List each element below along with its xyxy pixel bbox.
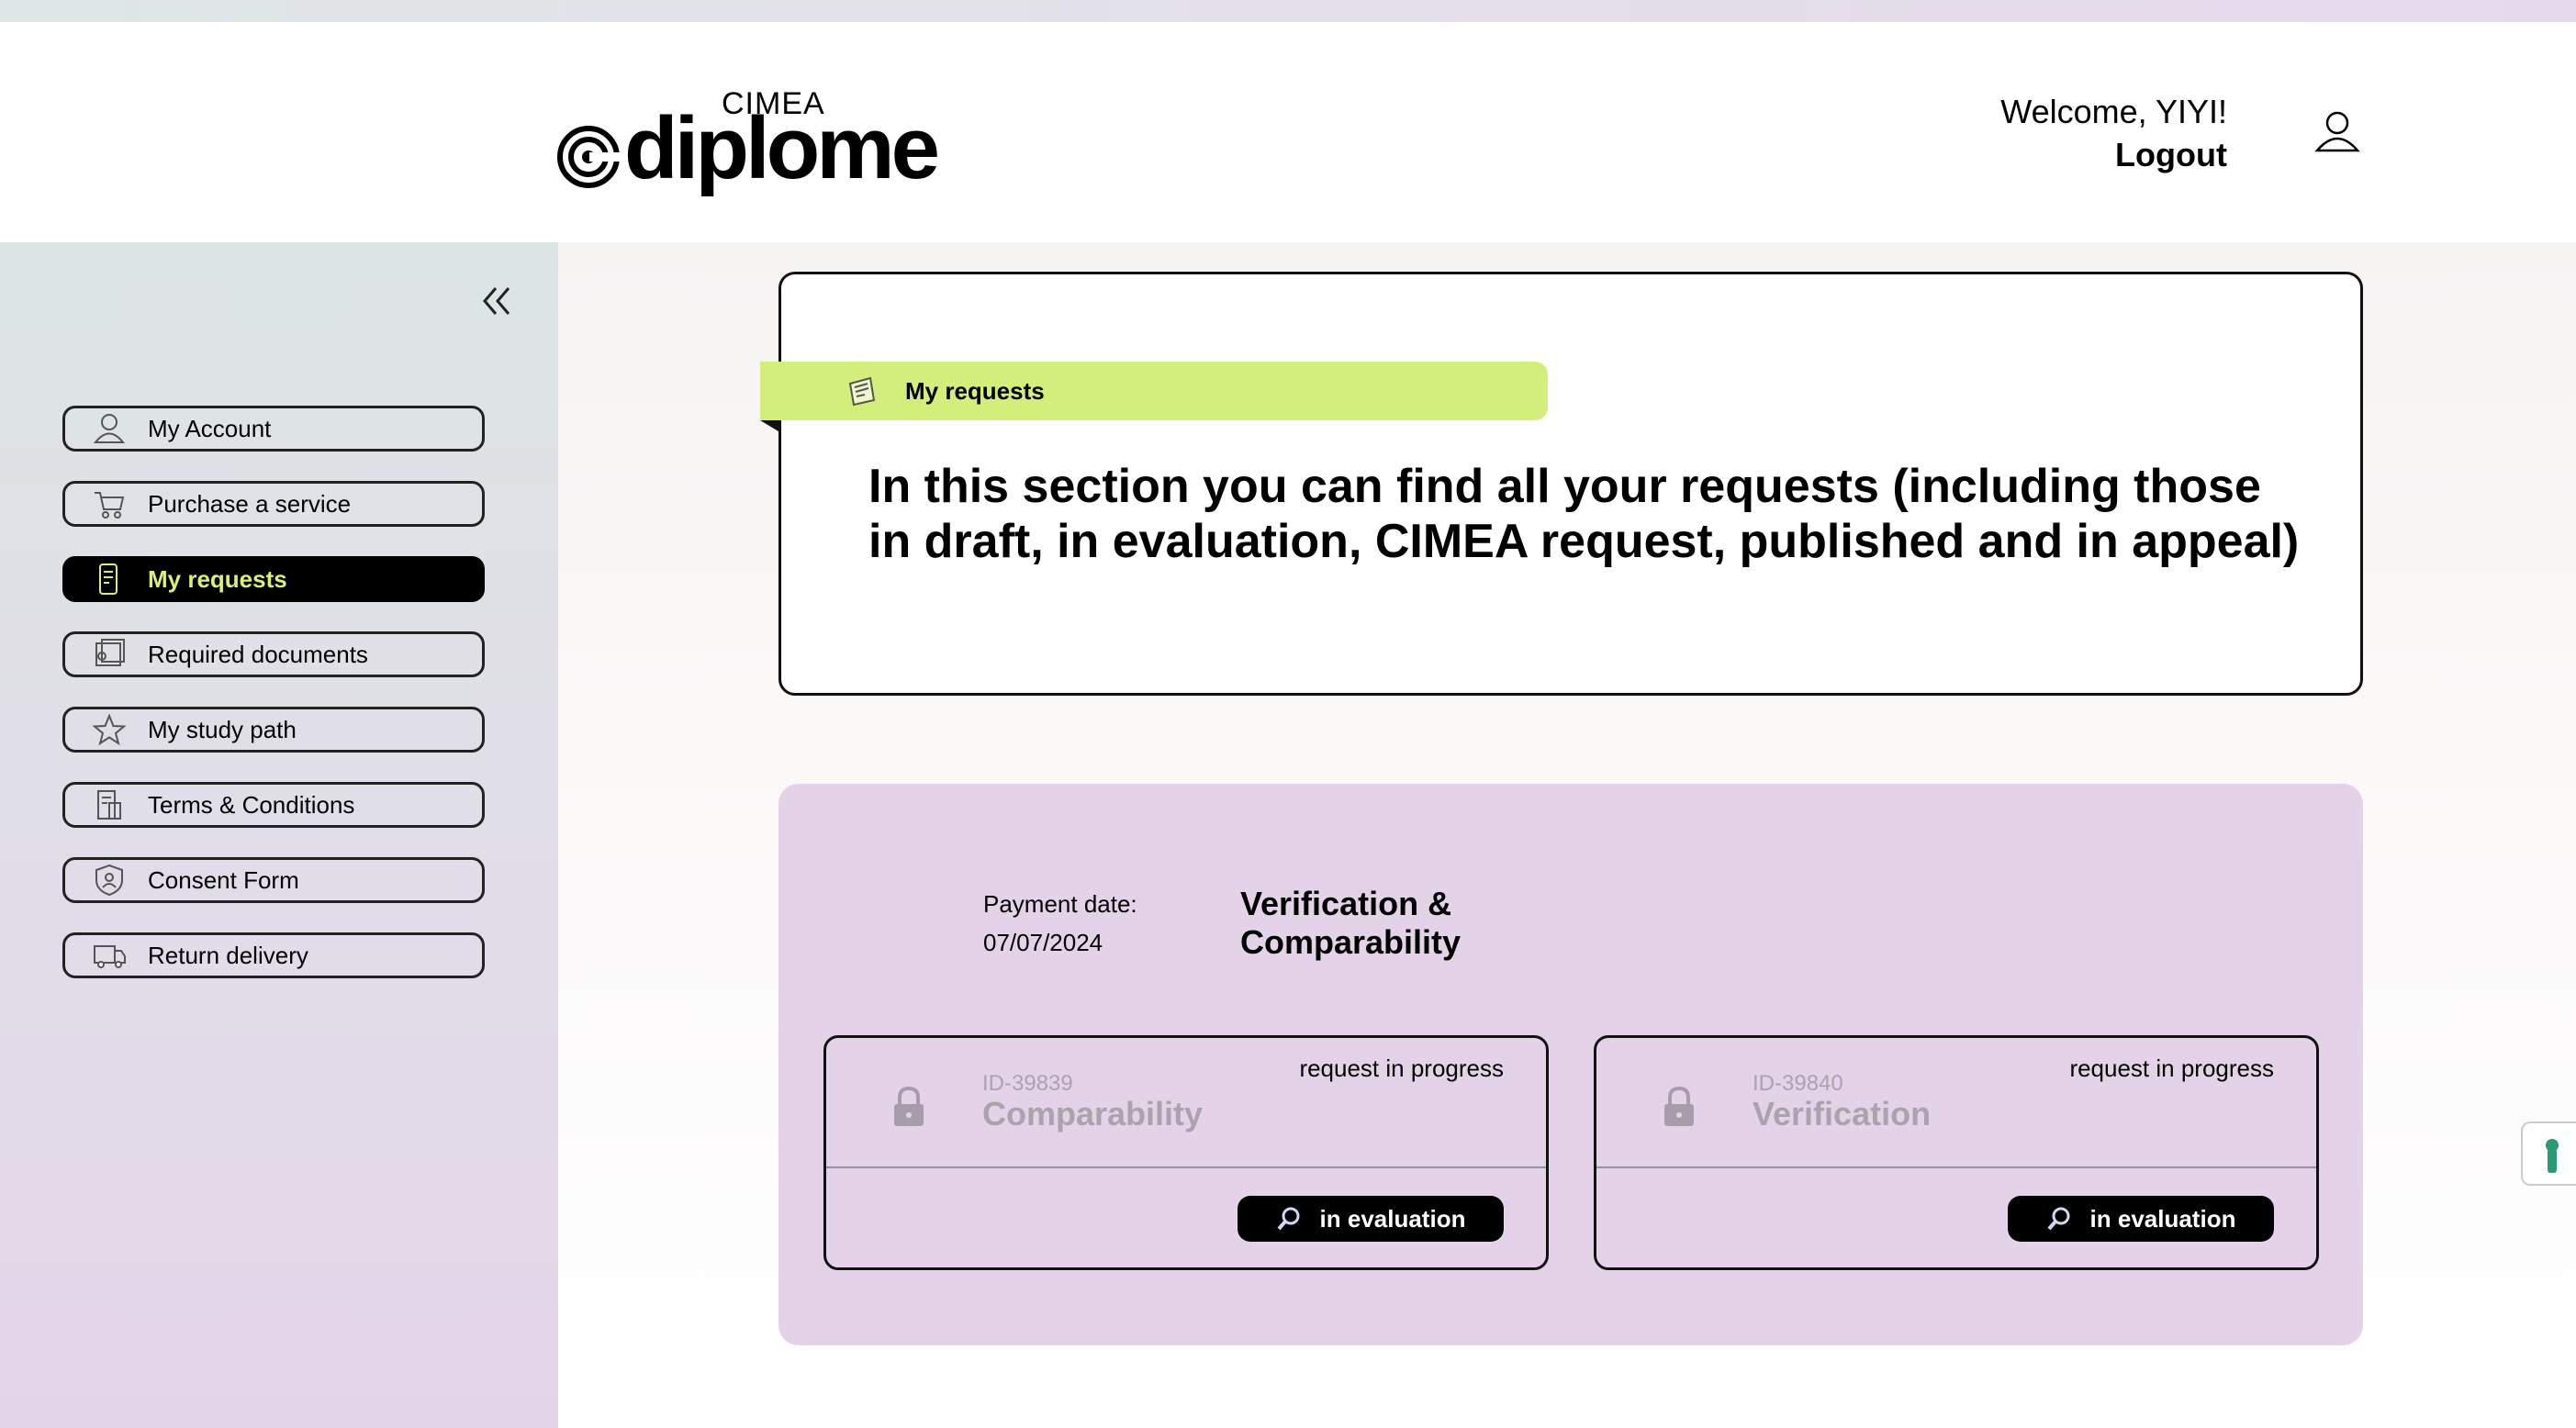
- sidebar-item-my-account[interactable]: My Account: [62, 406, 485, 452]
- request-card-verification[interactable]: ID-39840 Verification request in progres…: [1594, 1035, 2319, 1270]
- star-icon: [92, 713, 127, 746]
- cimea-diplome-logo[interactable]: CIMEA diplome: [556, 86, 940, 206]
- logout-link[interactable]: Logout: [2000, 134, 2227, 176]
- sidebar-item-label: My Account: [148, 414, 272, 442]
- user-icon: [93, 414, 126, 443]
- request-card-comparability[interactable]: ID-39839 Comparability request in progre…: [823, 1035, 1549, 1270]
- sidebar-item-terms[interactable]: Terms & Conditions: [62, 782, 485, 828]
- badge-label: in evaluation: [2089, 1204, 2236, 1233]
- sidebar-item-my-requests[interactable]: My requests: [62, 556, 485, 602]
- lock-icon: [894, 1086, 924, 1126]
- service-title: Verification & Comparability: [1240, 885, 1462, 961]
- truck-icon: [94, 945, 126, 968]
- tag-fold: [760, 420, 778, 431]
- section-tag-label: My requests: [905, 376, 1045, 405]
- section-tag: My requests: [760, 362, 1548, 420]
- request-name: Verification: [1753, 1095, 1932, 1132]
- payment-date-value: 07/07/2024: [983, 929, 1103, 956]
- request-name: Comparability: [982, 1095, 1204, 1132]
- in-evaluation-badge[interactable]: in evaluation: [1238, 1196, 1504, 1242]
- welcome-text: Welcome, YIYI!: [2000, 93, 2227, 130]
- sidebar-item-label: Return delivery: [148, 941, 308, 969]
- user-block: Welcome, YIYI! Logout: [2000, 90, 2227, 176]
- collapse-sidebar-icon[interactable]: [479, 283, 516, 319]
- magnifier-icon: [1277, 1207, 1300, 1231]
- request-status: request in progress: [2069, 1054, 2274, 1082]
- sidebar-item-required-documents[interactable]: Required documents: [62, 631, 485, 677]
- logo-mark-icon: [557, 126, 621, 188]
- sidebar-item-label: Purchase a service: [148, 489, 352, 518]
- sidebar-item-consent-form[interactable]: Consent Form: [62, 857, 485, 903]
- card-divider: [1596, 1166, 2316, 1168]
- request-id: ID-39839: [982, 1071, 1073, 1096]
- sidebar-item-return-delivery[interactable]: Return delivery: [62, 932, 485, 978]
- top-strip: [0, 0, 2576, 22]
- logo-word: diplome: [624, 99, 940, 197]
- phone-document-icon: [99, 563, 118, 595]
- request-status: request in progress: [1299, 1054, 1504, 1082]
- keyhole-icon: [2546, 1139, 2559, 1173]
- terms-icon: [97, 790, 121, 820]
- cart-icon: [95, 492, 125, 519]
- sidebar-item-label: My requests: [148, 564, 287, 593]
- badge-label: in evaluation: [1319, 1204, 1466, 1233]
- magnifier-icon: [2047, 1207, 2070, 1231]
- shield-user-icon: [95, 864, 123, 897]
- sidebar-item-label: Required documents: [148, 640, 368, 668]
- lock-icon: [1664, 1086, 1694, 1126]
- header: CIMEA diplome Welcome, YIYI! Logout: [0, 22, 2576, 242]
- sidebar-item-label: Terms & Conditions: [148, 790, 355, 819]
- sidebar-item-label: Consent Form: [148, 865, 299, 894]
- document-icon: [848, 376, 876, 407]
- payment-date-label: Payment date:: [983, 890, 1137, 918]
- documents-icon: [95, 639, 125, 666]
- in-evaluation-badge[interactable]: in evaluation: [2008, 1196, 2274, 1242]
- intro-text: In this section you can find all your re…: [868, 460, 2300, 568]
- sidebar-item-label: My study path: [148, 715, 297, 743]
- accessibility-tab[interactable]: [2521, 1121, 2576, 1186]
- user-profile-icon[interactable]: [2313, 108, 2361, 156]
- card-divider: [826, 1166, 1546, 1168]
- sidebar-item-purchase-service[interactable]: Purchase a service: [62, 481, 485, 527]
- sidebar: My Account Purchase a service My request…: [0, 242, 558, 1428]
- request-id: ID-39840: [1753, 1071, 1843, 1096]
- sidebar-item-study-path[interactable]: My study path: [62, 707, 485, 753]
